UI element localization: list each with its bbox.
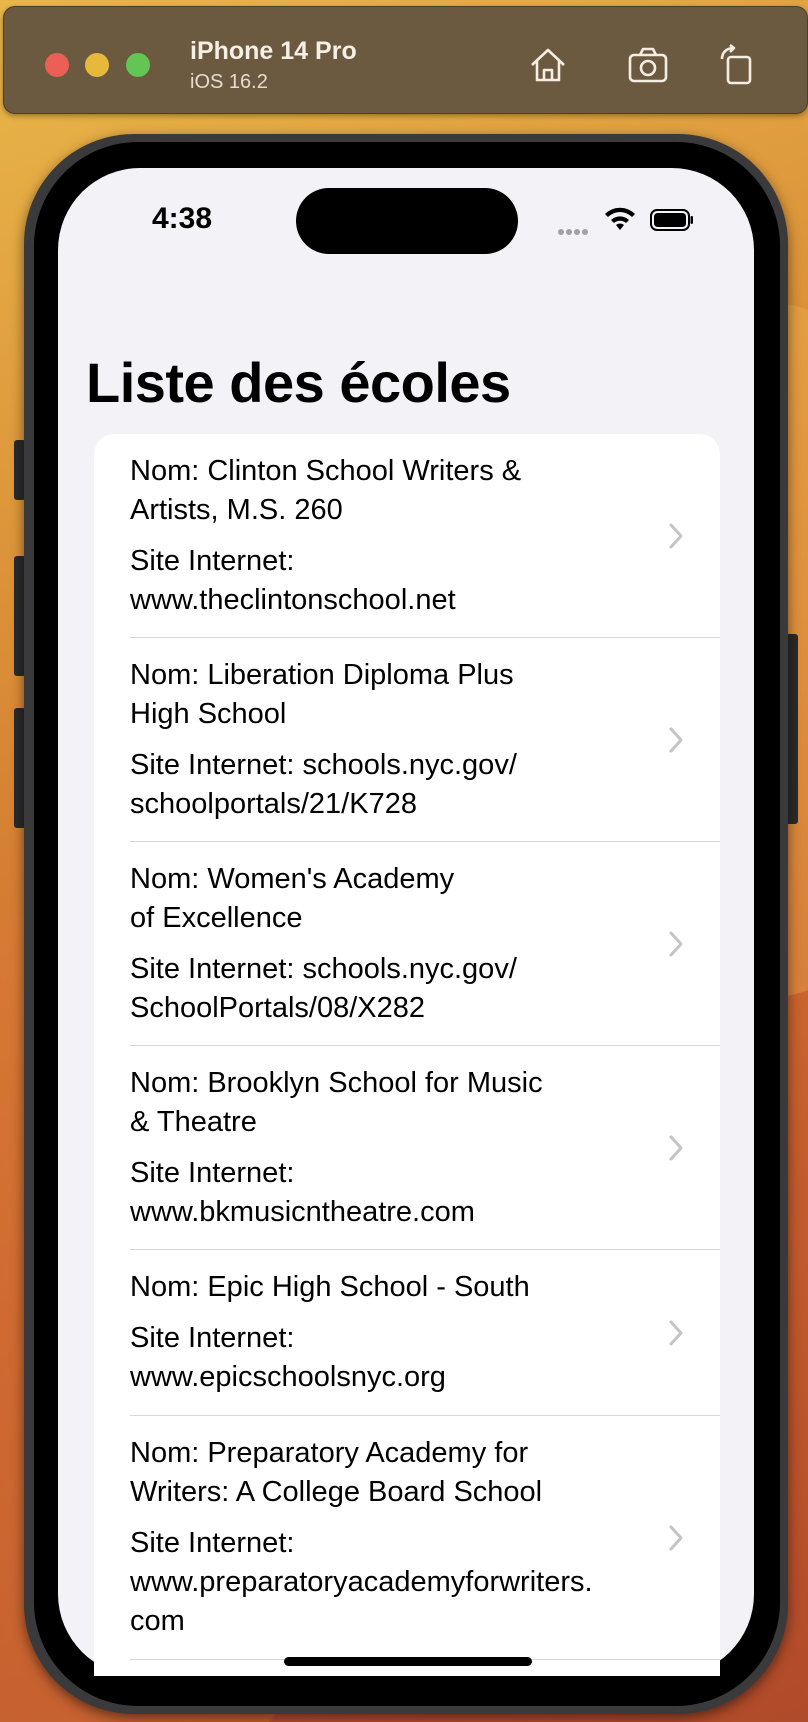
- school-list-row[interactable]: Nom: Clinton School Writers & Artists, M.…: [94, 434, 720, 638]
- school-row-text: Nom: Clinton School Writers & Artists, M.…: [130, 452, 650, 620]
- school-name-line: & Theatre: [130, 1106, 257, 1138]
- school-row-text: Nom: Liberation Diploma Plus High School S…: [130, 656, 650, 824]
- school-list-row[interactable]: Nom: Liberation Diploma Plus High School S…: [94, 638, 720, 842]
- school-website-line: Site Internet: schools.nyc.gov/: [130, 749, 517, 781]
- school-website-line: Site Internet:: [130, 545, 295, 577]
- school-name-line: Nom: Liberation Diploma Plus: [130, 659, 514, 691]
- school-row-text: Nom: Preparatory Academy for Writers: A C…: [130, 1434, 650, 1641]
- school-list-row[interactable]: Nom: Brooklyn School for Music & Theatre S…: [94, 1046, 720, 1250]
- school-website-line: Site Internet:: [130, 1322, 295, 1354]
- school-list-row[interactable]: Nom: Women's Academy of Excellence Site In…: [94, 842, 720, 1046]
- school-name-line: Nom: Women's Academy: [130, 863, 455, 895]
- page-title: Liste des écoles: [86, 351, 511, 414]
- school-row-text: Nom: Epic High School - South Site Intern…: [130, 1268, 650, 1397]
- chevron-right-icon: [668, 1524, 684, 1552]
- simulator-title-bar: iPhone 14 Pro iOS 16.2: [3, 6, 808, 114]
- school-name-line: of Excellence: [130, 902, 303, 934]
- school-name-line: Nom: Brooklyn School for Music: [130, 1067, 543, 1099]
- school-name-line: Writers: A College Board School: [130, 1476, 543, 1508]
- school-row-text: Nom: Women's Academy of Excellence Site In…: [130, 860, 650, 1028]
- os-version: iOS 16.2: [190, 71, 268, 93]
- school-row-text: Nom: Brooklyn School for Music & Theatre S…: [130, 1064, 650, 1232]
- school-website-line: SchoolPortals/08/X282: [130, 992, 426, 1024]
- home-indicator[interactable]: [284, 1657, 532, 1666]
- school-website-line: www.bkmusicntheatre.com: [130, 1196, 475, 1228]
- home-icon[interactable]: [526, 43, 570, 87]
- device-name: iPhone 14 Pro: [190, 37, 357, 65]
- chevron-right-icon: [668, 930, 684, 958]
- school-website-line: com: [130, 1605, 185, 1637]
- school-name-line: Nom: Preparatory Academy for: [130, 1437, 529, 1469]
- rotate-icon[interactable]: [716, 43, 760, 87]
- dynamic-island: [296, 188, 518, 254]
- school-website-line: www.theclintonschool.net: [130, 584, 456, 616]
- school-name-line: High School: [130, 698, 287, 730]
- wifi-icon: [603, 206, 637, 232]
- chevron-right-icon: [668, 1319, 684, 1347]
- school-list-row[interactable]: Nom: Epic High School - South Site Intern…: [94, 1250, 720, 1416]
- school-name-line: Nom: Epic High School - South: [130, 1271, 530, 1303]
- school-website-line: Site Internet:: [130, 1527, 295, 1559]
- school-website-line: Site Internet: schools.nyc.gov/: [130, 953, 517, 985]
- minimize-window-button[interactable]: [85, 53, 109, 77]
- cellular-signal-icon: [558, 222, 594, 235]
- school-website-line: www.preparatoryacademyforwriters.: [130, 1566, 593, 1598]
- school-website-line: www.epicschoolsnyc.org: [130, 1361, 446, 1393]
- battery-icon: [650, 209, 694, 231]
- school-list-row[interactable]: Nom: Preparatory Academy for Writers: A C…: [94, 1416, 720, 1660]
- school-list: Nom: Clinton School Writers & Artists, M.…: [94, 434, 720, 1676]
- zoom-window-button[interactable]: [126, 53, 150, 77]
- school-website-line: Site Internet:: [130, 1157, 295, 1189]
- chevron-right-icon: [668, 726, 684, 754]
- school-name-line: Artists, M.S. 260: [130, 494, 343, 526]
- screenshot-icon[interactable]: [626, 43, 670, 87]
- school-website-line: schoolportals/21/K728: [130, 788, 417, 820]
- chevron-right-icon: [668, 1134, 684, 1162]
- status-time: 4:38: [152, 202, 213, 235]
- close-window-button[interactable]: [45, 53, 69, 77]
- chevron-right-icon: [668, 522, 684, 550]
- school-name-line: Nom: Clinton School Writers &: [130, 455, 522, 487]
